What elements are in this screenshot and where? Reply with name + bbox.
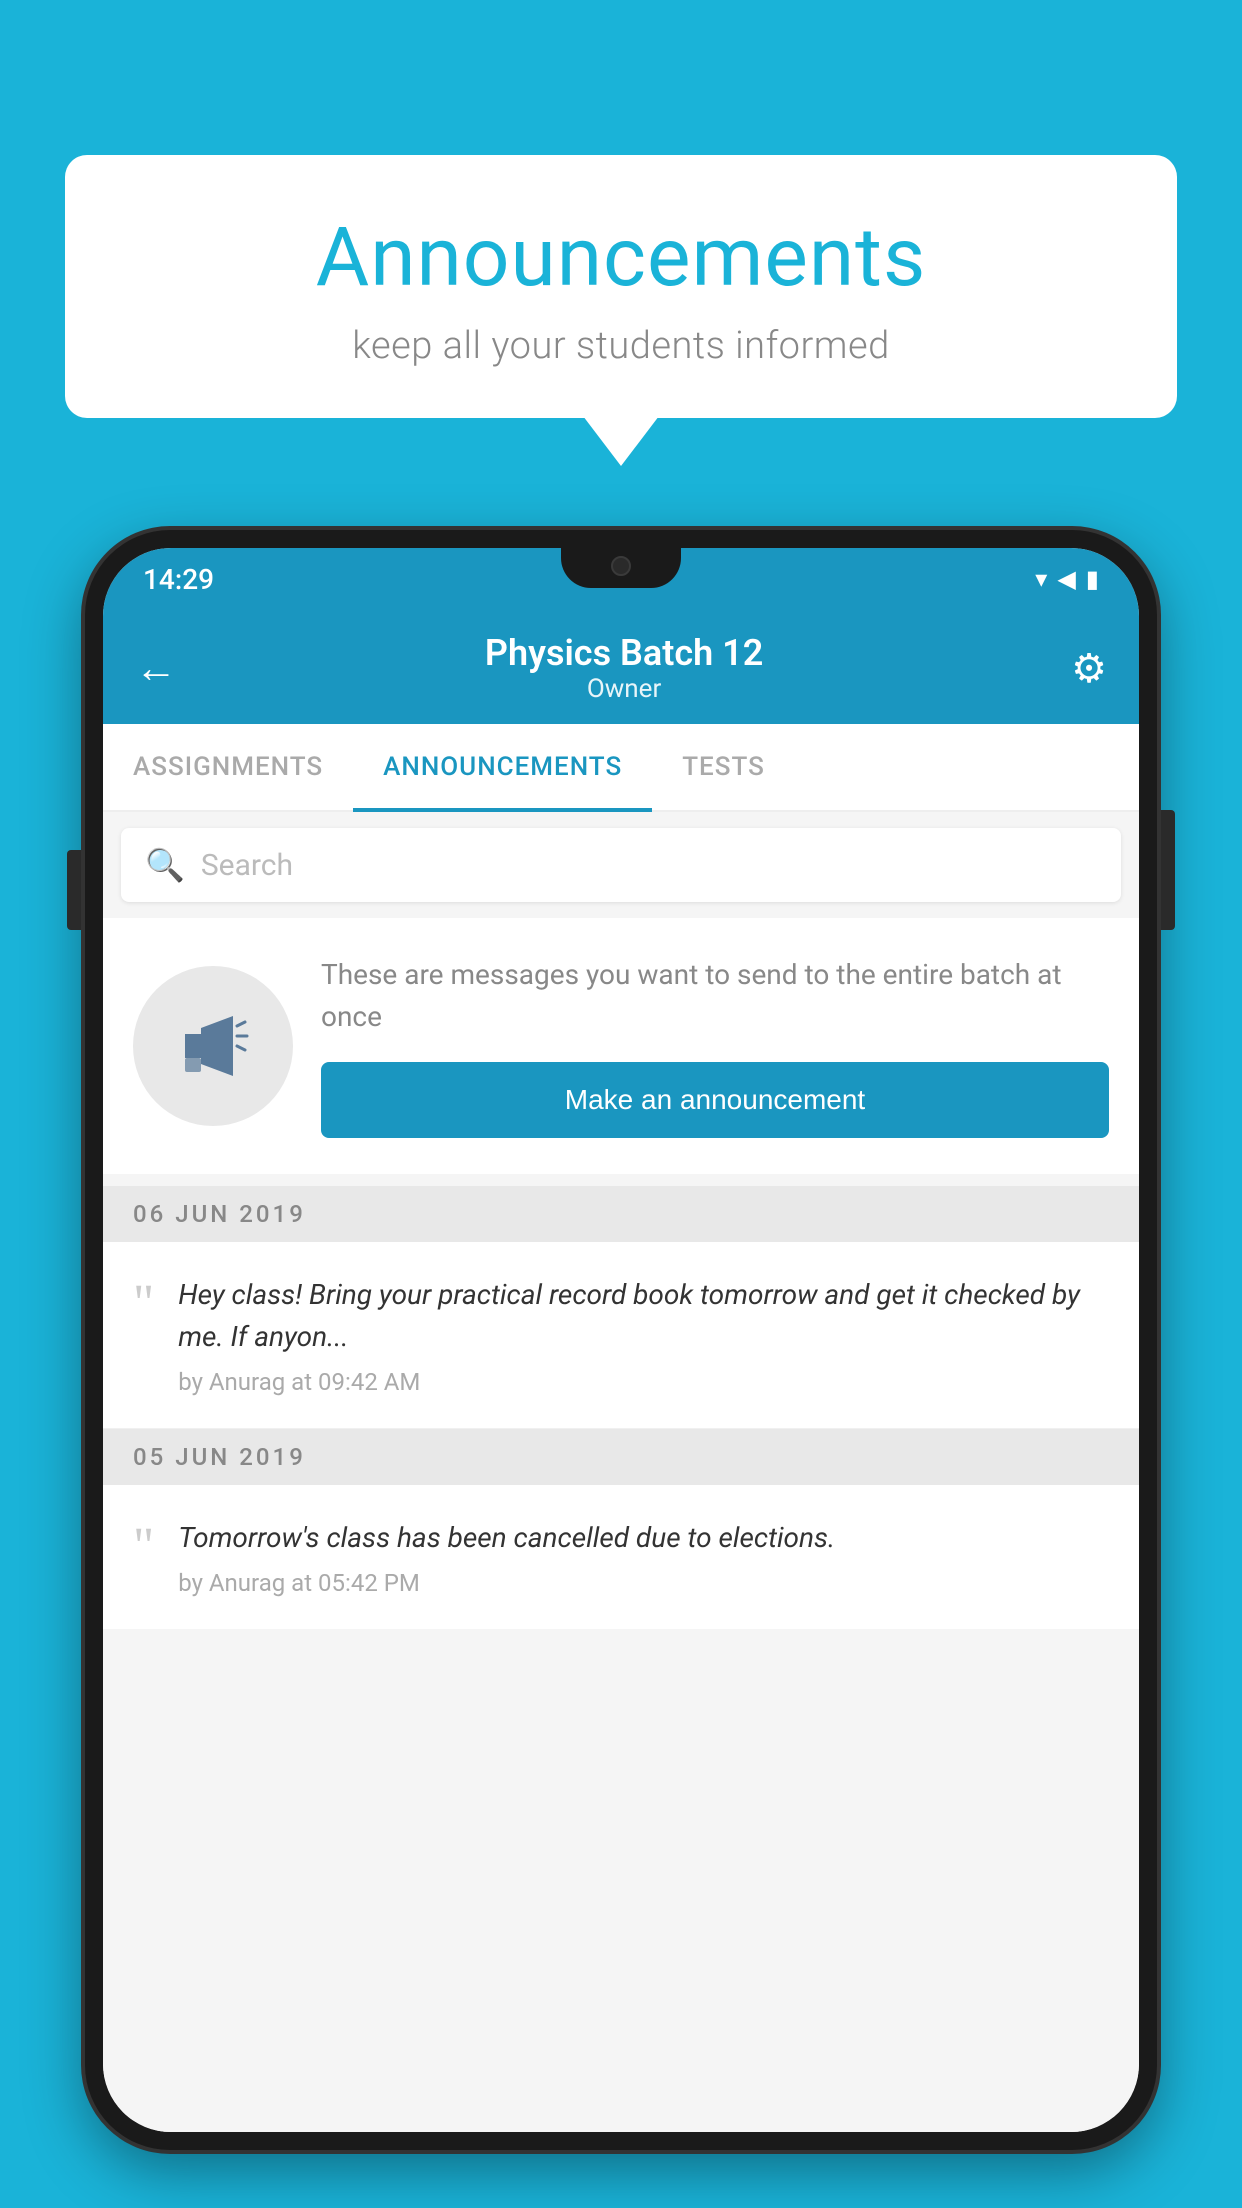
tabs-bar: ASSIGNMENTS ANNOUNCEMENTS TESTS — [103, 724, 1139, 812]
message-text-1: Hey class! Bring your practical record b… — [178, 1274, 1109, 1358]
search-placeholder: Search — [201, 848, 293, 883]
search-bar[interactable]: 🔍 Search — [121, 828, 1121, 902]
phone-notch — [561, 548, 681, 588]
message-item-2[interactable]: " Tomorrow's class has been cancelled du… — [103, 1485, 1139, 1629]
signal-icon: ◀ — [1057, 565, 1075, 593]
header-title-group: Physics Batch 12 Owner — [485, 632, 763, 704]
search-icon: 🔍 — [145, 846, 185, 884]
make-announcement-button[interactable]: Make an announcement — [321, 1062, 1109, 1138]
back-button[interactable]: ← — [135, 644, 177, 693]
speech-bubble-card: Announcements keep all your students inf… — [65, 155, 1177, 418]
batch-role: Owner — [485, 674, 763, 704]
speech-bubble-section: Announcements keep all your students inf… — [65, 155, 1177, 418]
megaphone-icon — [173, 1006, 253, 1086]
settings-icon[interactable]: ⚙ — [1071, 645, 1107, 692]
announcements-subtitle: keep all your students informed — [125, 324, 1117, 368]
battery-icon: ▮ — [1086, 565, 1099, 593]
message-meta-1: by Anurag at 09:42 AM — [178, 1368, 1109, 1396]
message-content-1: Hey class! Bring your practical record b… — [178, 1274, 1109, 1396]
megaphone-circle — [133, 966, 293, 1126]
phone-screen: 14:29 ▾ ◀ ▮ ← Physics Batch 12 Owner ⚙ — [103, 548, 1139, 2132]
message-content-2: Tomorrow's class has been cancelled due … — [178, 1517, 1109, 1597]
tab-assignments[interactable]: ASSIGNMENTS — [103, 724, 353, 810]
message-item-1[interactable]: " Hey class! Bring your practical record… — [103, 1242, 1139, 1429]
message-text-2: Tomorrow's class has been cancelled due … — [178, 1517, 1109, 1559]
app-header: ← Physics Batch 12 Owner ⚙ — [103, 610, 1139, 724]
tab-tests[interactable]: TESTS — [652, 724, 795, 810]
status-icons: ▾ ◀ ▮ — [1035, 565, 1099, 593]
tab-announcements[interactable]: ANNOUNCEMENTS — [353, 724, 652, 810]
phone-container: 14:29 ▾ ◀ ▮ ← Physics Batch 12 Owner ⚙ — [85, 530, 1157, 2208]
announcements-title: Announcements — [125, 210, 1117, 306]
batch-title: Physics Batch 12 — [485, 632, 763, 674]
wifi-icon: ▾ — [1035, 565, 1047, 593]
promo-card: These are messages you want to send to t… — [103, 918, 1139, 1174]
message-meta-2: by Anurag at 05:42 PM — [178, 1569, 1109, 1597]
promo-text-group: These are messages you want to send to t… — [321, 954, 1109, 1138]
quote-icon-1: " — [133, 1278, 154, 1330]
content-area: 🔍 Search — [103, 812, 1139, 2132]
promo-description: These are messages you want to send to t… — [321, 954, 1109, 1038]
phone-outer: 14:29 ▾ ◀ ▮ ← Physics Batch 12 Owner ⚙ — [85, 530, 1157, 2150]
date-separator-1: 06 JUN 2019 — [103, 1186, 1139, 1242]
front-camera — [611, 556, 631, 576]
quote-icon-2: " — [133, 1521, 154, 1573]
status-time: 14:29 — [143, 563, 214, 596]
date-separator-2: 05 JUN 2019 — [103, 1429, 1139, 1485]
